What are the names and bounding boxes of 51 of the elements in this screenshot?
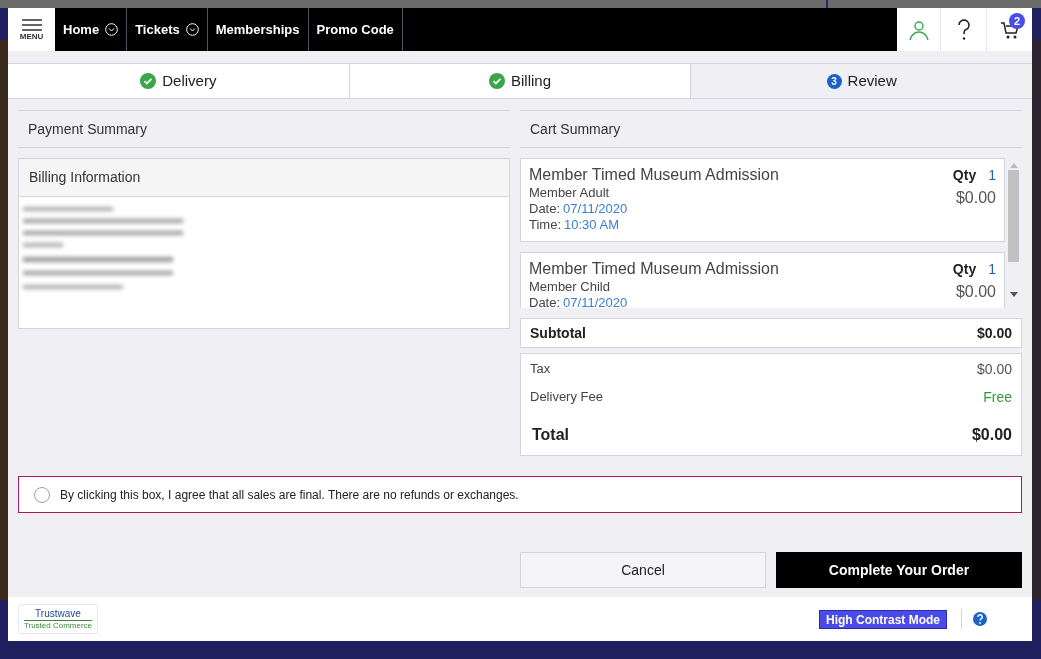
cancel-button[interactable]: Cancel — [520, 552, 766, 588]
cart-count-badge: 2 — [1009, 13, 1025, 29]
item-price: $0.00 — [955, 282, 996, 302]
nav-item[interactable]: Promo Code — [308, 8, 403, 51]
user-icon — [907, 18, 930, 41]
step-tab[interactable]: Delivery — [8, 64, 350, 98]
help-icon — [956, 18, 971, 41]
date-value: 07/11/2020 — [563, 295, 628, 308]
time-label: Time: — [529, 217, 562, 233]
section-title: Payment Summary — [18, 110, 510, 148]
item-variant: Member Adult — [529, 185, 611, 201]
fee-label: Tax — [530, 360, 551, 378]
scroll-down-icon[interactable] — [1009, 292, 1018, 298]
nav-item[interactable]: Memberships — [207, 8, 309, 51]
qty-label: Qty — [952, 166, 977, 185]
subtotal-value: $0.00 — [976, 323, 1012, 343]
agreement-text: By clicking this box, I agree that all sales are final. There are no refunds or exchanges. — [60, 486, 519, 504]
step-number: 3 — [826, 73, 842, 89]
high-contrast-button[interactable]: High Contrast Mode — [819, 609, 947, 629]
nav-item[interactable]: Tickets — [127, 8, 208, 51]
help-button[interactable] — [972, 611, 988, 627]
qty-value: 1 — [988, 260, 996, 279]
subtotal-label: Subtotal — [530, 323, 586, 343]
item-variant: Member Child — [529, 279, 611, 295]
date-value: 07/11/2020 — [563, 201, 628, 217]
check-icon — [140, 73, 157, 89]
menu-button[interactable]: MENU — [8, 8, 55, 51]
fee-value: $0.00 — [976, 360, 1012, 379]
nav-item[interactable]: Home — [55, 8, 128, 51]
item-price: $0.00 — [955, 188, 996, 208]
date-label: Date: — [529, 201, 561, 217]
total-label: Total — [532, 425, 570, 445]
fee-value: Free — [983, 388, 1012, 407]
cart-icon — [999, 19, 1020, 40]
date-label: Date: — [529, 295, 561, 308]
complete-order-button[interactable]: Complete Your Order — [776, 552, 1022, 588]
section-title: Cart Summary — [520, 110, 1022, 148]
fee-label: Delivery Fee — [530, 388, 603, 406]
item-name: Member Timed Museum Admission — [529, 165, 779, 185]
total-value: $0.00 — [971, 425, 1012, 445]
panel-title: Billing Information — [19, 159, 509, 197]
check-icon — [489, 73, 505, 89]
trustwave-logo: Trustwave Trusted Commerce — [18, 604, 98, 634]
help-icon — [972, 611, 988, 627]
qty-value: 1 — [988, 166, 996, 185]
step-tab[interactable]: Billing — [349, 64, 692, 98]
agreement-checkbox[interactable]: By clicking this box, I agree that all sales are final. There are no refunds or exchanges. — [18, 476, 1022, 513]
time-value: 10:30 AM — [564, 217, 619, 233]
menu-icon — [21, 18, 42, 31]
item-name: Member Timed Museum Admission — [529, 259, 779, 279]
qty-label: Qty — [952, 260, 977, 279]
